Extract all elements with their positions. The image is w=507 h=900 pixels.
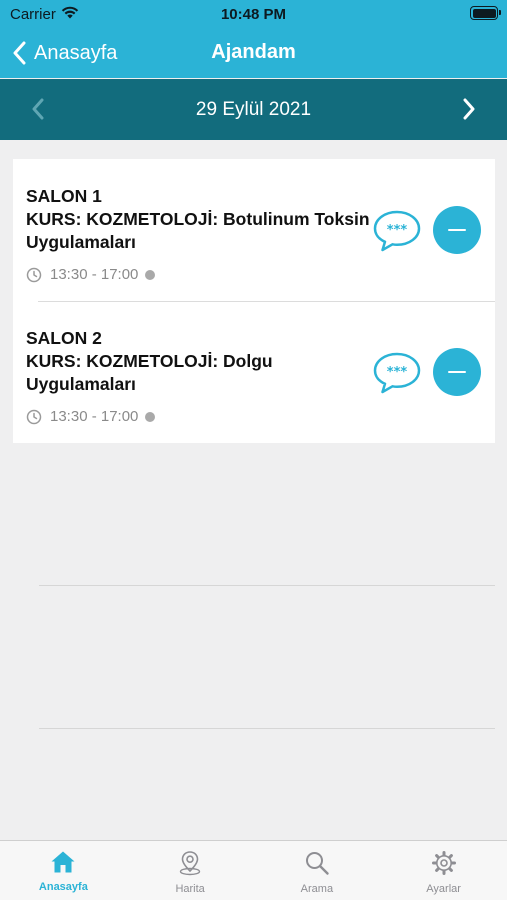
- next-day-button[interactable]: [455, 95, 483, 123]
- minus-icon: [448, 228, 466, 232]
- current-date: 29 Eylül 2021: [195, 99, 312, 120]
- tab-label: Arama: [300, 883, 334, 895]
- tab-label: Anasayfa: [38, 881, 88, 893]
- tab-label: Ayarlar: [426, 883, 461, 895]
- comment-bubble-icon[interactable]: ***: [372, 351, 422, 395]
- remove-button[interactable]: [433, 348, 481, 396]
- tab-ayarlar[interactable]: Ayarlar: [380, 841, 507, 900]
- agenda-item[interactable]: SALON 1 KURS: KOZMETOLOJİ: Botulinum Tok…: [13, 159, 495, 301]
- clock-icon: [26, 409, 42, 424]
- status-bar: Carrier 10:48 PM: [0, 0, 507, 28]
- remove-button[interactable]: [433, 206, 481, 254]
- tab-arama[interactable]: Arama: [254, 841, 381, 900]
- svg-text:***: ***: [387, 365, 408, 380]
- list-divider: [39, 728, 495, 729]
- back-button[interactable]: Anasayfa: [12, 37, 117, 69]
- salon-name: SALON 1: [26, 186, 102, 206]
- battery-icon: [470, 6, 501, 20]
- clock-icon: [26, 267, 42, 282]
- svg-text:***: ***: [387, 223, 408, 238]
- chevron-left-icon: [13, 41, 26, 65]
- map-pin-icon: [179, 851, 201, 876]
- course-title: KURS: KOZMETOLOJİ: Dolgu Uygulamaları: [26, 351, 273, 394]
- salon-name: SALON 2: [26, 328, 102, 348]
- minus-icon: [448, 370, 466, 374]
- session-time-row: 13:30 - 17:00: [26, 266, 156, 283]
- session-text: SALON 2 KURS: KOZMETOLOJİ: Dolgu Uygulam…: [26, 327, 371, 396]
- home-icon: [51, 851, 75, 873]
- status-dot: [145, 411, 156, 422]
- agenda-list: SALON 1 KURS: KOZMETOLOJİ: Botulinum Tok…: [13, 159, 495, 443]
- clock-time: 10:48 PM: [220, 6, 287, 23]
- back-button-label: Anasayfa: [34, 41, 118, 64]
- tab-harita[interactable]: Harita: [127, 841, 254, 900]
- course-title: KURS: KOZMETOLOJİ: Botulinum Toksin Uygu…: [26, 209, 370, 252]
- search-icon: [305, 852, 329, 875]
- tab-anasayfa[interactable]: Anasayfa: [0, 841, 127, 900]
- navigation-bar: Anasayfa Ajandam: [0, 28, 507, 78]
- tab-label: Harita: [175, 883, 205, 895]
- list-divider: [39, 585, 495, 586]
- session-time-row: 13:30 - 17:00: [26, 408, 156, 425]
- agenda-item[interactable]: SALON 2 KURS: KOZMETOLOJİ: Dolgu Uygulam…: [13, 301, 495, 443]
- session-text: SALON 1 KURS: KOZMETOLOJİ: Botulinum Tok…: [26, 185, 371, 254]
- status-dot: [145, 269, 156, 280]
- session-time: 13:30 - 17:00: [50, 408, 139, 425]
- date-selector: 29 Eylül 2021: [0, 79, 507, 140]
- gear-icon: [431, 851, 456, 875]
- session-time: 13:30 - 17:00: [50, 266, 139, 283]
- chevron-right-icon: [463, 98, 475, 120]
- comment-bubble-icon[interactable]: ***: [372, 209, 422, 253]
- tab-bar: Anasayfa Harita Arama Ayarlar: [0, 840, 507, 900]
